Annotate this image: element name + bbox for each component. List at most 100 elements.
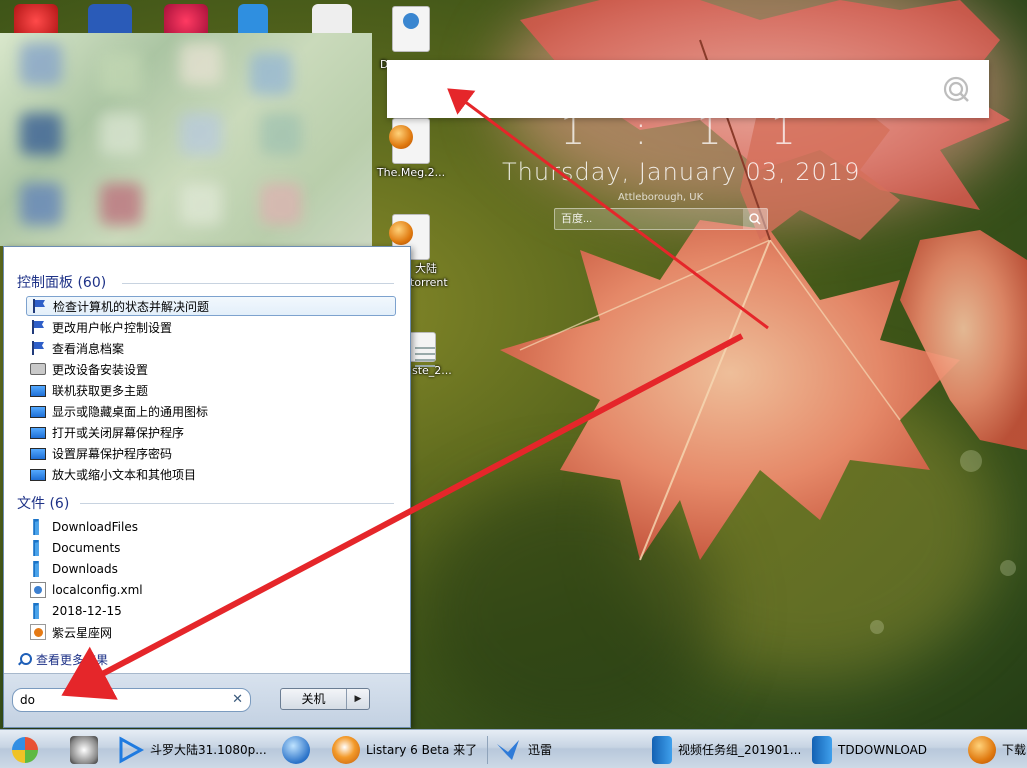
result-item-label: 2018-12-15 [52,604,122,618]
taskbar-item[interactable]: TDDOWNLOAD [812,732,952,767]
baidu-search-input[interactable] [561,211,741,227]
shutdown-options-arrow-icon[interactable]: ▶ [347,689,369,709]
monitor-icon [30,448,46,460]
start-menu-bottom-bar: ✕ 关机 ▶ [4,673,410,727]
result-item-label: 更改设备安装设置 [52,362,149,377]
monitor-icon [30,427,46,439]
printer-icon [30,363,46,375]
blurred-icon [180,113,222,155]
torrent-file-icon [389,118,430,164]
group-title-control-panel: 控制面板 (60) [17,275,107,291]
torrent-icon [968,735,996,764]
taskbar: 斗罗大陆31.1080p.... Listary 6 Beta 来了 ... 迅… [0,729,1027,768]
result-item-label: Documents [52,541,121,555]
taskbar-item[interactable]: Listary 6 Beta 来了 ... [332,732,482,767]
see-more-label: 查看更多结果 [36,653,109,667]
result-item-label: 检查计算机的状态并解决问题 [53,299,210,314]
start-menu-results: 控制面板 (60) 检查计算机的状态并解决问题 更改用户帐户控制设置 查看消息档… [4,247,410,673]
taskbar-item-label: 斗罗大陆31.1080p.... [150,743,266,757]
result-item-label: 查看消息档案 [52,341,125,356]
leaf-shape [900,230,1027,450]
result-item[interactable]: Documents [26,538,396,558]
search-icon [749,213,761,225]
start-menu: 控制面板 (60) 检查计算机的状态并解决问题 更改用户帐户控制设置 查看消息档… [3,246,411,728]
taskbar-separator [487,736,488,764]
baidu-search-box [554,208,768,230]
taskbar-item[interactable]: 下载 [968,732,1027,767]
result-item[interactable]: 更改设备安装设置 [26,359,396,379]
start-search-input[interactable] [20,692,220,708]
clear-search-icon[interactable]: ✕ [232,692,243,707]
result-item[interactable]: 更改用户帐户控制设置 [26,317,396,337]
play-icon [116,735,145,764]
listary-search-icon[interactable] [941,74,971,104]
result-item[interactable]: DownloadFiles [26,517,396,537]
result-item[interactable]: 查看消息档案 [26,338,396,358]
web-shortcut-icon [30,624,46,640]
result-item[interactable]: 打开或关闭屏幕保护程序 [26,422,396,442]
result-item[interactable]: 2018-12-15 [26,601,396,621]
blurred-icon [180,43,222,85]
magnifier-icon [17,652,32,667]
bokeh-light [1000,560,1016,576]
folder-icon [33,603,39,619]
result-item-label: 设置屏幕保护程序密码 [52,446,173,461]
group-divider [80,503,394,504]
bokeh-light [870,620,884,634]
result-item[interactable]: 显示或隐藏桌面上的通用图标 [26,401,396,421]
taskbar-item-label: Listary 6 Beta 来了 ... [366,743,482,757]
monitor-icon [30,385,46,397]
result-item-label: 联机获取更多主题 [52,383,149,398]
blurred-icon [250,53,292,95]
taskbar-item[interactable] [70,732,106,767]
blurred-icon [100,183,142,225]
start-button[interactable] [6,733,46,767]
result-item-label: DownloadFiles [52,520,138,534]
result-item[interactable]: 设置屏幕保护程序密码 [26,443,396,463]
group-title-files: 文件 (6) [17,496,70,512]
result-item-label: 打开或关闭屏幕保护程序 [52,425,185,440]
folder-icon [812,735,832,764]
blurred-icon [20,113,62,155]
web-document-icon [392,6,430,52]
see-more-results-link[interactable]: 查看更多结果 [17,651,108,668]
baidu-search-button[interactable] [743,209,767,229]
top-icon-strip [10,0,380,38]
result-item[interactable]: Downloads [26,559,396,579]
clock-location: Attleborough, UK [618,192,704,203]
blurred-region [0,33,372,246]
flag-icon [30,319,46,335]
blurred-icon [20,43,62,85]
listary-search-bar [387,60,989,118]
taskbar-item[interactable]: 斗罗大陆31.1080p.... [116,732,266,767]
result-item[interactable]: 联机获取更多主题 [26,380,396,400]
taskbar-item-label: 下载 [1002,743,1027,757]
blurred-icon [260,113,302,155]
result-item[interactable]: localconfig.xml [26,580,396,600]
clock-date: Thursday, January 03, 2019 [502,158,861,186]
flag-icon [31,298,47,314]
taskbar-item-label: 视频任务组_201901... [678,743,802,757]
taskbar-item-label: TDDOWNLOAD [838,742,928,757]
leaf-shape [500,220,960,560]
taskbar-item[interactable] [282,732,318,767]
result-item-label: 更改用户帐户控制设置 [52,320,173,335]
desktop-icon-web-doc[interactable]: D [376,6,446,71]
blurred-icon [180,183,222,225]
shutdown-button-group: 关机 ▶ [280,688,370,710]
shutdown-button[interactable]: 关机 [281,689,347,709]
blurred-icon [260,183,302,225]
folder-icon [652,735,672,764]
taskbar-item[interactable]: 视频任务组_201901... [652,732,802,767]
windows-logo-icon [12,737,38,763]
folder-icon [33,519,39,535]
result-item[interactable]: 检查计算机的状态并解决问题 [26,296,396,316]
start-search-box: ✕ [12,688,251,712]
result-item[interactable]: 放大或缩小文本和其他项目 [26,464,396,484]
listary-search-input[interactable] [401,70,931,108]
taskbar-item[interactable]: 迅雷 [494,732,634,767]
result-item-label: 放大或缩小文本和其他项目 [52,467,197,482]
desktop-icon-the-meg[interactable]: The.Meg.2... [376,118,446,179]
result-item[interactable]: 紫云星座网 [26,622,396,642]
bokeh-light [960,450,982,472]
